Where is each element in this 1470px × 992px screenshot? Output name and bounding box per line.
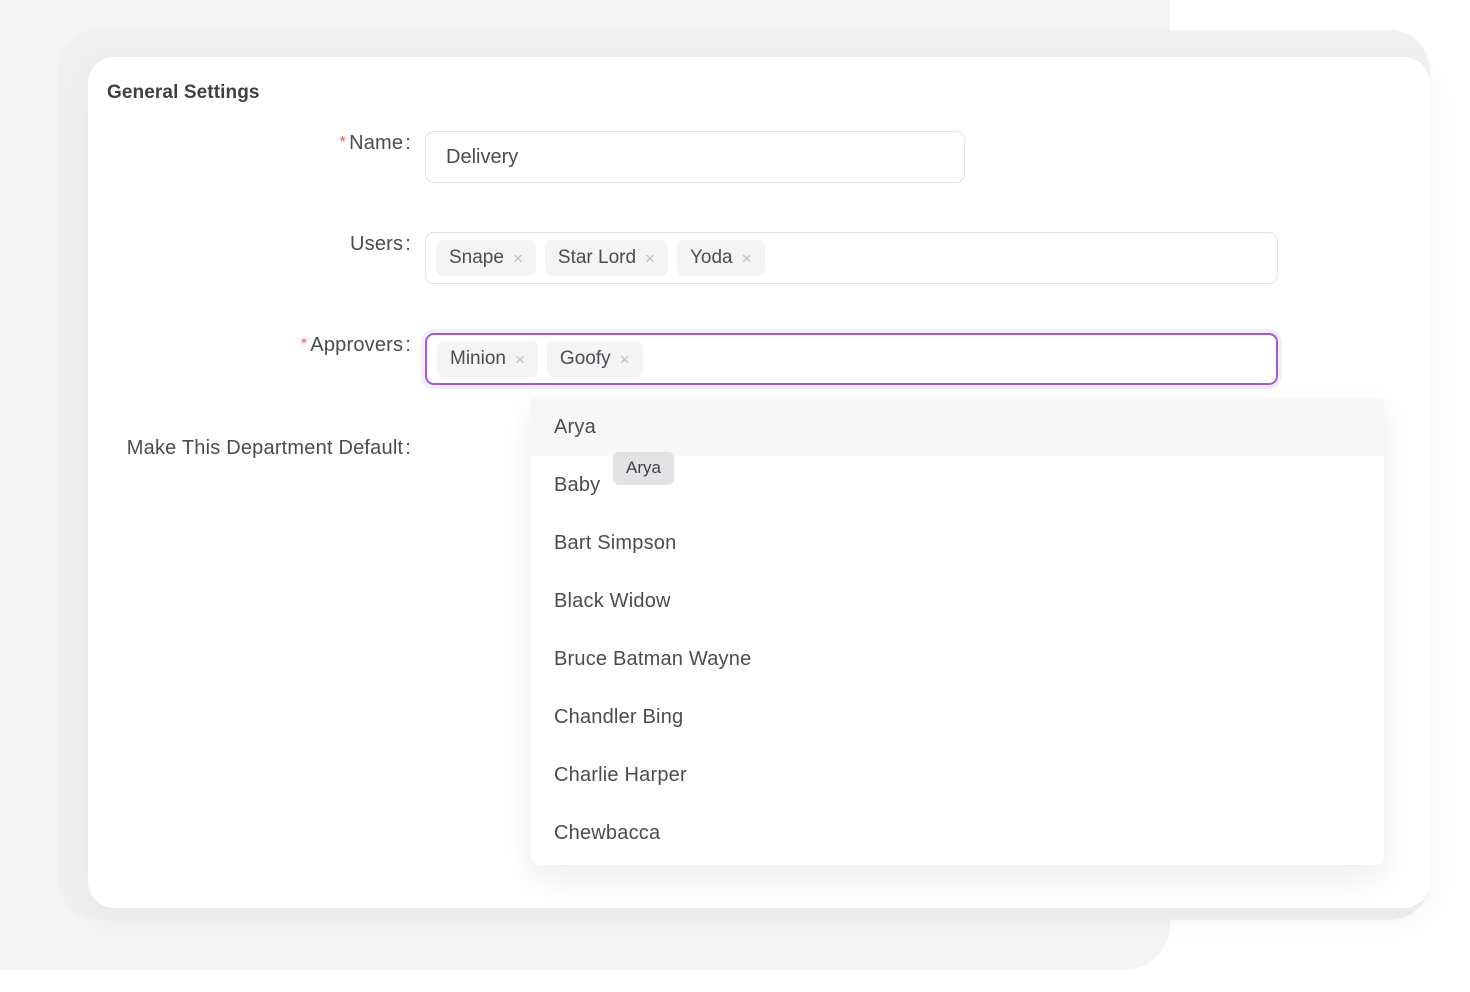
- form-row-name: * Name: Delivery: [45, 131, 965, 183]
- chip-user[interactable]: Snape ×: [436, 240, 536, 276]
- close-icon[interactable]: ×: [515, 351, 525, 368]
- approvers-label-colon: :: [405, 334, 411, 356]
- page-title: General Settings: [107, 82, 260, 103]
- form-row-users: Users: Snape × Star Lord × Yoda ×: [45, 232, 1278, 284]
- dropdown-option-label: Chandler Bing: [554, 705, 684, 728]
- close-icon[interactable]: ×: [645, 250, 655, 267]
- close-icon[interactable]: ×: [620, 351, 630, 368]
- name-label: * Name:: [45, 131, 425, 155]
- dropdown-option[interactable]: Bart Simpson: [531, 514, 1384, 572]
- chip-approver[interactable]: Minion ×: [437, 341, 538, 377]
- users-label: Users:: [45, 232, 425, 256]
- dropdown-option[interactable]: Chandler Bing: [531, 688, 1384, 746]
- approvers-label: * Approvers:: [45, 333, 425, 357]
- dropdown-option-label: Bart Simpson: [554, 531, 677, 554]
- chip-label: Snape: [449, 247, 504, 268]
- name-label-text: Name: [349, 132, 404, 154]
- dropdown-option-label: Black Widow: [554, 589, 671, 612]
- dropdown-option[interactable]: Charlie Harper: [531, 746, 1384, 804]
- users-multiselect[interactable]: Snape × Star Lord × Yoda ×: [425, 232, 1278, 284]
- name-label-colon: :: [405, 132, 411, 154]
- close-icon[interactable]: ×: [513, 250, 523, 267]
- dropdown-option-label: Baby: [554, 473, 601, 496]
- chip-label: Goofy: [559, 348, 611, 369]
- approvers-multiselect[interactable]: Minion × Goofy ×: [425, 333, 1278, 385]
- dropdown-option[interactable]: Arya: [531, 398, 1384, 456]
- users-label-text: Users: [350, 233, 404, 255]
- chip-approver[interactable]: Goofy ×: [546, 341, 643, 377]
- required-asterisk-approvers: *: [300, 336, 308, 353]
- chip-user[interactable]: Star Lord ×: [544, 240, 668, 276]
- form-row-make-default: Make This Department Default:: [45, 436, 425, 460]
- name-input[interactable]: Delivery: [425, 131, 965, 183]
- chip-label: Yoda: [689, 247, 733, 268]
- make-default-label-colon: :: [405, 437, 411, 459]
- dropdown-option-label: Arya: [554, 415, 596, 438]
- form-row-approvers: * Approvers: Minion × Goofy ×: [45, 333, 1278, 385]
- dropdown-option[interactable]: Chewbacca: [531, 804, 1384, 862]
- screen-root: General Settings * Name: Delivery Users: …: [0, 0, 1470, 992]
- option-tooltip: Arya: [613, 452, 674, 485]
- dropdown-option-label: Bruce Batman Wayne: [554, 647, 752, 670]
- close-icon[interactable]: ×: [742, 250, 752, 267]
- dropdown-option-label: Chewbacca: [554, 821, 661, 844]
- chip-user[interactable]: Yoda ×: [676, 240, 765, 276]
- users-label-colon: :: [405, 233, 411, 255]
- dropdown-option[interactable]: Black Widow: [531, 572, 1384, 630]
- required-asterisk-name: *: [339, 134, 347, 151]
- name-input-value: Delivery: [446, 145, 519, 168]
- make-default-label-text: Make This Department Default: [126, 437, 404, 459]
- dropdown-option[interactable]: Bruce Batman Wayne: [531, 630, 1384, 688]
- chip-label: Minion: [450, 348, 506, 369]
- chip-label: Star Lord: [557, 247, 637, 268]
- dropdown-option-label: Charlie Harper: [554, 763, 687, 786]
- make-default-label: Make This Department Default:: [45, 436, 425, 460]
- approvers-label-text: Approvers: [310, 334, 404, 356]
